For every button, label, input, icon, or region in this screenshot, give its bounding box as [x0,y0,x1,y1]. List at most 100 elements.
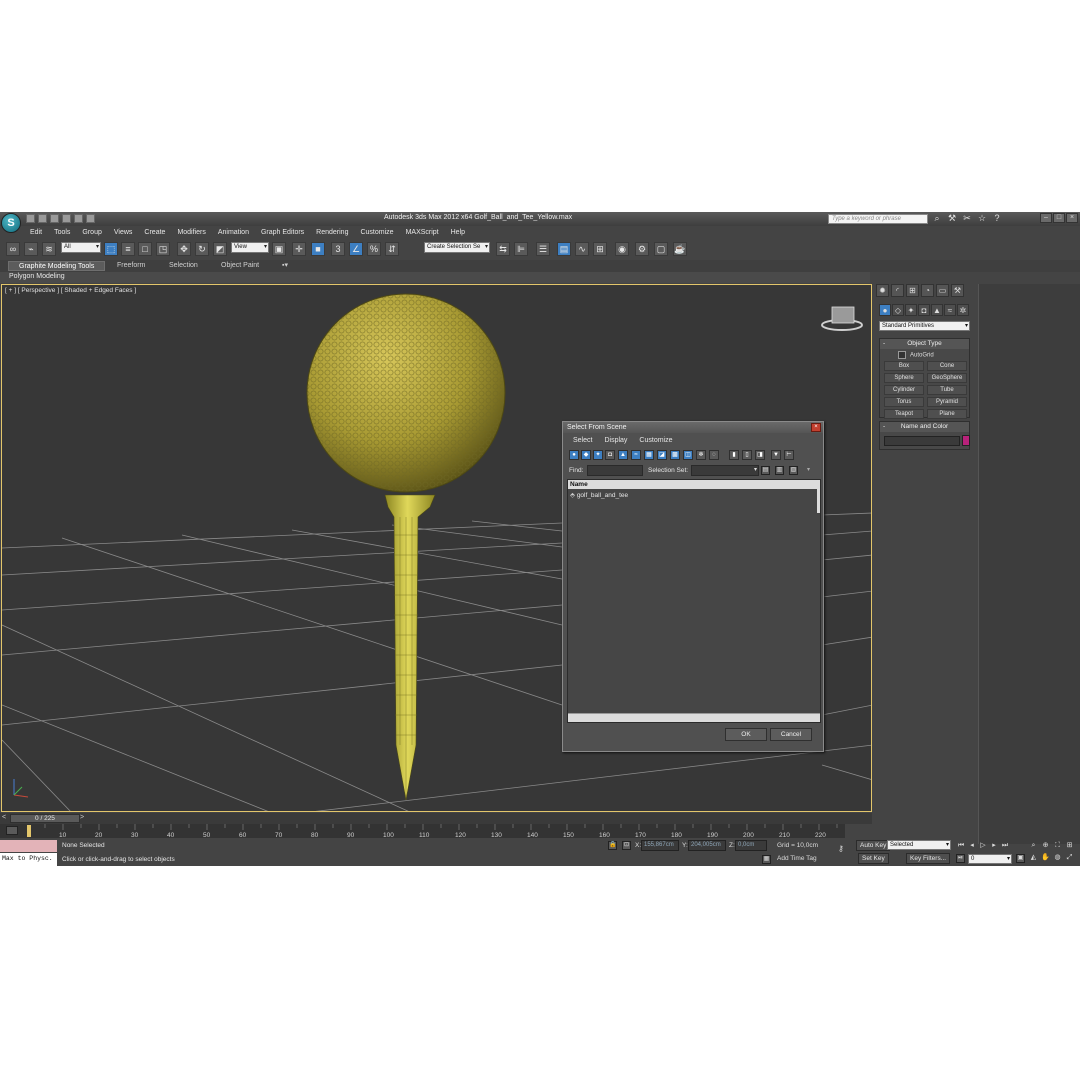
link-icon[interactable]: ∞ [6,242,20,256]
find-input[interactable] [587,465,643,476]
name-and-color-title[interactable]: Name and Color [880,422,969,432]
display-spacewarps-icon[interactable]: ≈ [631,450,641,460]
autogrid-checkbox[interactable]: AutoGrid [898,351,934,359]
ok-button[interactable]: OK [725,728,767,741]
key-icon[interactable]: ⚷ [838,844,844,853]
display-containers-icon[interactable]: ◫ [683,450,693,460]
dialog-close-button[interactable]: × [811,423,821,432]
unlink-icon[interactable]: ⌁ [24,242,38,256]
cone-button[interactable]: Cone [927,361,967,371]
torus-button[interactable]: Torus [884,397,924,407]
play-icon[interactable]: ▷ [978,840,988,851]
dialog-menu-display[interactable]: Display [598,435,633,446]
select-object-icon[interactable]: ⬚ [104,242,118,256]
utilities-tab-icon[interactable]: ⚒ [951,284,964,297]
pivot-center-icon[interactable]: ▣ [272,242,286,256]
current-frame-field[interactable]: 0 [968,854,1012,864]
sphere-button[interactable]: Sphere [884,373,924,383]
previous-frame-icon[interactable]: ◂ [967,840,977,851]
named-selection-sets-dropdown[interactable]: Create Selection Se [424,242,490,253]
polygon-modeling-panel[interactable]: Polygon Modeling [9,273,65,280]
key-mode-dropdown[interactable]: Selected [887,840,951,850]
cameras-category-icon[interactable]: ◘ [918,304,930,316]
column-header-name[interactable]: Name [568,480,820,489]
minimize-button[interactable]: – [1040,213,1052,223]
systems-category-icon[interactable]: ✲ [957,304,969,316]
modify-tab-icon[interactable]: ◜ [891,284,904,297]
viewport-label[interactable]: [ + ] [ Perspective ] [ Shaded + Edged F… [5,287,136,294]
motion-tab-icon[interactable]: ◔ [921,284,934,297]
scene-object-list[interactable]: Name ⬘ golf_ball_and_tee [567,479,821,723]
render-setup-icon[interactable]: ⚙ [635,242,649,256]
menu-tools[interactable]: Tools [48,227,76,238]
scale-icon[interactable]: ◩ [213,242,227,256]
time-slider-thumb[interactable]: 0 / 225 [10,814,80,823]
cancel-button[interactable]: Cancel [770,728,812,741]
toolbar-overflow-icon[interactable]: ▾ [807,466,810,473]
reference-coordinate-dropdown[interactable]: View [231,242,269,253]
object-type-title[interactable]: Object Type [880,339,969,349]
box-button[interactable]: Box [884,361,924,371]
align-icon[interactable]: ⊫ [514,242,528,256]
material-editor-icon[interactable]: ◉ [615,242,629,256]
display-hidden-icon[interactable]: ◌ [709,450,719,460]
orbit-icon[interactable]: ◍ [1052,852,1063,863]
hierarchy-tab-icon[interactable]: ⊞ [906,284,919,297]
pan-icon[interactable]: ✋ [1040,852,1051,863]
selection-set-remove-icon[interactable]: ▧ [789,466,798,475]
object-name-input[interactable] [884,436,960,446]
key-mode-toggle-icon[interactable]: ⏯ [956,854,965,863]
create-tab-icon[interactable]: ✹ [876,284,889,297]
mini-curve-editor-icon[interactable] [6,826,18,835]
display-lights-icon[interactable]: ✦ [593,450,603,460]
help-icon[interactable]: ? [992,213,1002,224]
hierarchy-icon[interactable]: ⊢ [784,450,794,460]
rectangle-selection-icon[interactable]: □ [138,242,152,256]
menu-create[interactable]: Create [138,227,171,238]
select-by-name-icon[interactable]: ≡ [121,242,135,256]
zoom-icon[interactable]: ⌕ [1028,840,1039,851]
y-coordinate-field[interactable]: 204,005cm [688,840,726,851]
go-to-start-icon[interactable]: ⏮ [956,840,966,851]
helpers-category-icon[interactable]: ▲ [931,304,943,316]
search-input[interactable]: Type a keyword or phrase [828,214,928,224]
zoom-all-icon[interactable]: ⊕ [1040,840,1051,851]
select-invert-icon[interactable]: ◨ [755,450,765,460]
golf-tee[interactable] [384,494,436,801]
new-file-icon[interactable] [26,214,35,223]
graphite-toggle-icon[interactable]: ▤ [557,242,571,256]
vertical-scrollbar[interactable] [817,489,820,513]
field-of-view-icon[interactable]: ◭ [1028,852,1039,863]
shapes-category-icon[interactable]: ◇ [892,304,904,316]
crossed-tools-icon[interactable]: ✂ [962,213,972,224]
menu-maxscript[interactable]: MAXScript [400,227,445,238]
time-configuration-icon[interactable]: ▣ [1016,854,1025,863]
bind-space-warp-icon[interactable]: ≋ [42,242,56,256]
maxscript-mini-listener[interactable]: Max to Physc. [0,853,57,866]
mirror-icon[interactable]: ⇆ [496,242,510,256]
display-geometry-icon[interactable]: ● [569,450,579,460]
display-xrefs-icon[interactable]: ◪ [657,450,667,460]
add-time-tag[interactable]: Add Time Tag [777,855,817,862]
open-file-icon[interactable] [38,214,47,223]
tools-icon[interactable]: ⚒ [947,213,957,224]
selection-set-dropdown[interactable] [691,465,759,476]
time-tag-icon[interactable]: ▦ [762,855,771,864]
maxscript-listener-top[interactable] [0,840,57,852]
menu-customize[interactable]: Customize [354,227,399,238]
selection-set-edit-icon[interactable]: ▤ [761,466,770,475]
display-tab-icon[interactable]: ▭ [936,284,949,297]
horizontal-scrollbar[interactable] [568,713,820,722]
menu-animation[interactable]: Animation [212,227,255,238]
geosphere-button[interactable]: GeoSphere [927,373,967,383]
render-teapot-icon[interactable]: ☕ [673,242,687,256]
display-shapes-icon[interactable]: ◆ [581,450,591,460]
percent-snap-icon[interactable]: % [367,242,381,256]
object-color-swatch[interactable] [962,435,970,446]
rendered-frame-window-icon[interactable]: ▢ [654,242,668,256]
time-slider-next-icon[interactable]: > [80,814,84,821]
display-groups-icon[interactable]: ▦ [644,450,654,460]
application-button[interactable]: S [1,213,21,233]
binoculars-icon[interactable]: ⌕ [932,213,942,224]
project-folder-icon[interactable] [86,214,95,223]
